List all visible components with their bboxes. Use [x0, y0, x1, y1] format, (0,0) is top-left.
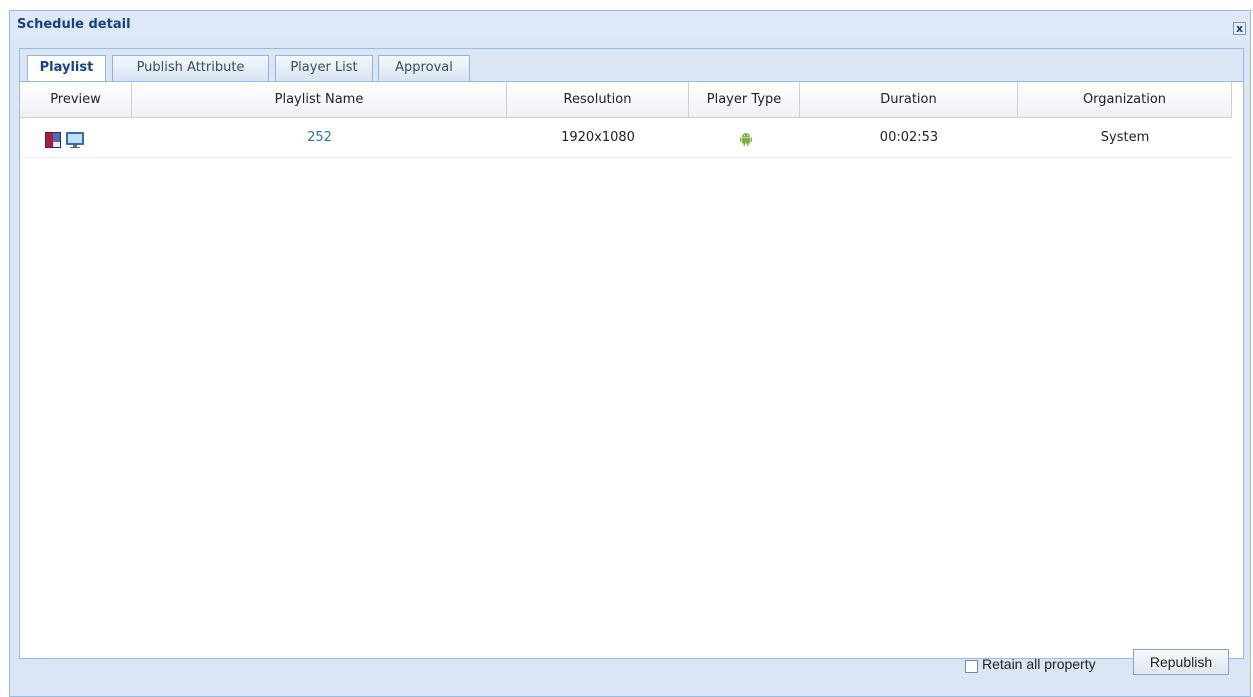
- retain-all-property-label: Retain all property: [982, 656, 1096, 672]
- tab-publish-attribute[interactable]: Publish Attribute: [112, 55, 269, 82]
- close-icon[interactable]: x: [1233, 22, 1246, 35]
- tab-approval[interactable]: Approval: [378, 55, 470, 82]
- column-header-resolution[interactable]: Resolution: [507, 82, 689, 117]
- thumbnail-icon[interactable]: [45, 132, 61, 148]
- republish-button[interactable]: Republish: [1133, 649, 1229, 675]
- grid-header: Preview Playlist Name Resolution Player …: [20, 82, 1232, 118]
- tab-player-list[interactable]: Player List: [275, 55, 373, 82]
- playlist-grid-panel: Preview Playlist Name Resolution Player …: [19, 81, 1244, 659]
- column-header-duration[interactable]: Duration: [800, 82, 1018, 117]
- schedule-detail-dialog: Schedule detail x Playlist Publish Attri…: [9, 10, 1251, 697]
- dialog-title: Schedule detail: [17, 17, 131, 32]
- tab-strip: Playlist Publish Attribute Player List A…: [19, 48, 1244, 83]
- preview-cell: [20, 118, 132, 157]
- dialog-titlebar: Schedule detail x: [10, 11, 1250, 39]
- tab-playlist[interactable]: Playlist: [27, 55, 106, 83]
- organization-cell: System: [1100, 130, 1150, 145]
- column-header-organization[interactable]: Organization: [1018, 82, 1232, 117]
- player-type-cell: [689, 118, 800, 157]
- preview-icons: [45, 132, 84, 148]
- column-header-preview[interactable]: Preview: [20, 82, 132, 117]
- table-row[interactable]: 252 1920x1080 00:02:53 System: [20, 118, 1232, 158]
- column-header-player-type[interactable]: Player Type: [689, 82, 800, 117]
- column-header-playlist-name[interactable]: Playlist Name: [132, 82, 507, 117]
- retain-all-property-checkbox[interactable]: [965, 660, 978, 673]
- playlist-name-link[interactable]: 252: [132, 118, 507, 157]
- duration-cell: 00:02:53: [879, 130, 939, 145]
- monitor-preview-icon[interactable]: [66, 132, 84, 148]
- android-icon: [740, 133, 752, 146]
- resolution-cell: 1920x1080: [561, 130, 635, 145]
